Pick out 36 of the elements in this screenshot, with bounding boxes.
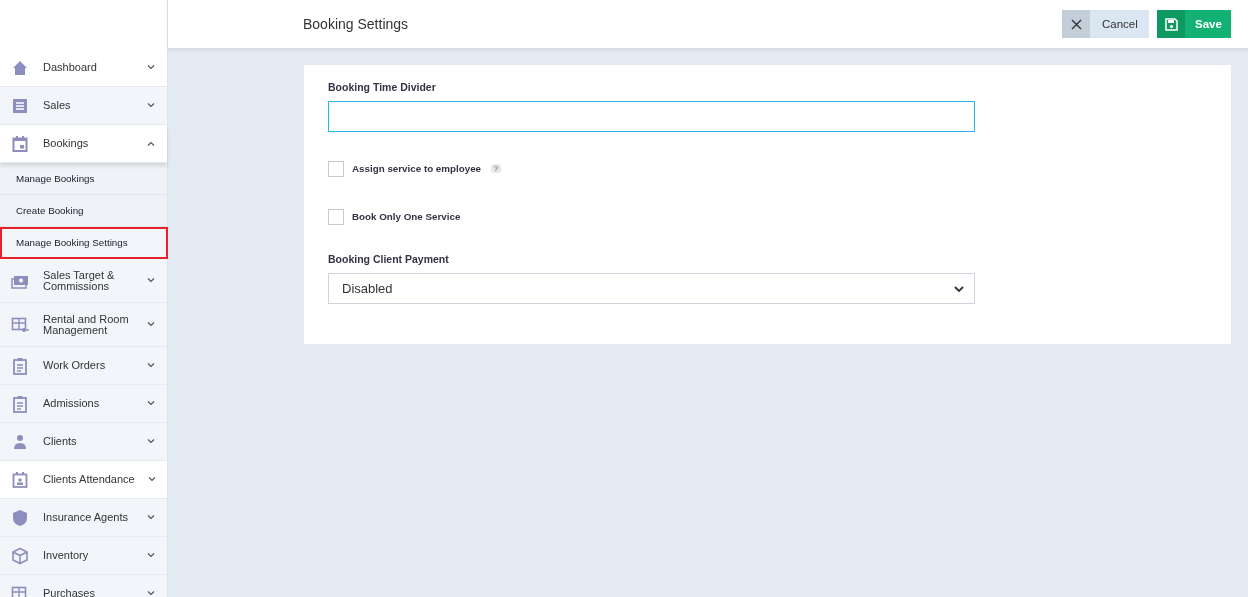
input-field[interactable] bbox=[328, 101, 975, 132]
chevron-icon bbox=[147, 363, 155, 368]
chevron-icon bbox=[147, 553, 155, 558]
floor-plan-icon bbox=[10, 315, 30, 334]
sidebar-item[interactable]: Clients Attendance bbox=[0, 461, 167, 499]
page-title: Booking Settings bbox=[303, 16, 410, 32]
clipboard-icon bbox=[10, 356, 30, 375]
checkbox-label: Assign service to employee bbox=[352, 163, 482, 174]
cancel-button[interactable]: Cancel bbox=[1062, 10, 1149, 38]
checkbox[interactable] bbox=[328, 160, 344, 177]
chevron-icon bbox=[147, 515, 155, 520]
sidebar-item[interactable]: Dashboard bbox=[0, 49, 167, 87]
clipboard-icon bbox=[10, 394, 30, 413]
submenu-item[interactable]: Manage Booking Settings bbox=[0, 227, 168, 259]
dropdown[interactable]: Disabled bbox=[328, 273, 975, 304]
shield-icon bbox=[10, 508, 30, 527]
chevron-icon bbox=[147, 591, 155, 596]
chevron-icon bbox=[147, 103, 155, 108]
checkbox[interactable] bbox=[328, 208, 344, 225]
calendar-icon bbox=[10, 134, 30, 153]
chevron-icon bbox=[147, 278, 155, 283]
chevron-icon bbox=[147, 141, 155, 146]
chevron-icon bbox=[147, 439, 155, 444]
document-icon bbox=[10, 96, 30, 115]
field-label: Booking Client Payment bbox=[328, 253, 450, 265]
chevron-icon bbox=[147, 322, 155, 327]
close-icon bbox=[1070, 18, 1082, 30]
chevron-icon bbox=[147, 477, 156, 482]
id-card-icon bbox=[10, 470, 30, 489]
box-icon bbox=[10, 546, 30, 565]
chevron-icon bbox=[147, 65, 155, 70]
sidebar-item[interactable]: Bookings bbox=[0, 125, 167, 163]
checkbox-label: Book Only One Service bbox=[352, 211, 461, 222]
chevron-down-icon bbox=[954, 285, 964, 292]
chevron-icon bbox=[147, 401, 155, 406]
field-label: Booking Time Divider bbox=[328, 81, 437, 93]
